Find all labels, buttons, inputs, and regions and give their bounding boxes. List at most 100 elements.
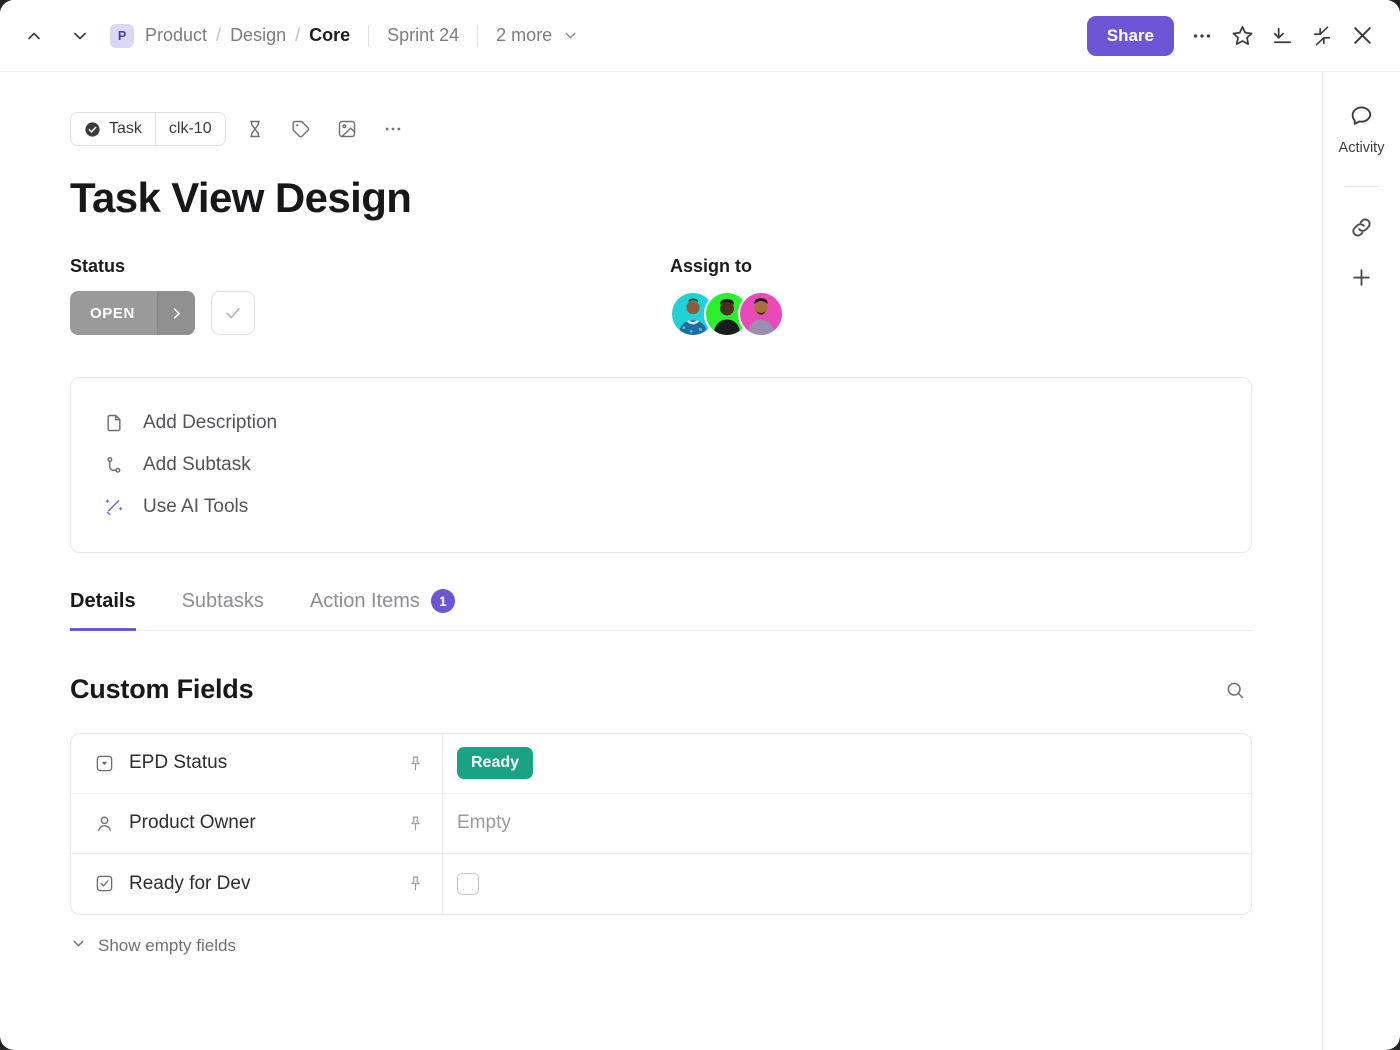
body: Task clk-10 Task View Design: [0, 72, 1400, 1050]
status-value: OPEN: [70, 305, 157, 322]
breadcrumb-divider: [368, 25, 369, 47]
task-type-label: Task: [109, 120, 142, 138]
task-type-group: Task clk-10: [70, 112, 226, 146]
ready-for-dev-checkbox[interactable]: [457, 873, 479, 895]
field-value-cell[interactable]: [443, 854, 1251, 914]
comment-icon: [1349, 102, 1374, 132]
project-badge[interactable]: P: [110, 24, 134, 48]
more-horizontal-icon[interactable]: [376, 112, 410, 146]
field-name-cell[interactable]: Product Owner: [71, 794, 443, 853]
collapse-icon[interactable]: [1302, 16, 1342, 56]
add-subtask-action[interactable]: Add Subtask: [103, 444, 1219, 486]
field-name-cell[interactable]: Ready for Dev: [71, 854, 443, 914]
tab-subtasks[interactable]: Subtasks: [182, 590, 264, 631]
field-label: Ready for Dev: [129, 873, 407, 895]
sprint-label[interactable]: Sprint 24: [385, 22, 461, 49]
breadcrumb: P Product / Design / Core Sprint 24 2 mo…: [110, 22, 579, 49]
status-label: Status: [70, 256, 670, 277]
task-detail-window: P Product / Design / Core Sprint 24 2 mo…: [0, 0, 1400, 1050]
share-button[interactable]: Share: [1087, 16, 1174, 56]
rail-item-activity[interactable]: Activity: [1335, 96, 1389, 162]
document-icon: [103, 413, 125, 433]
task-meta-chips: Task clk-10: [70, 112, 1252, 146]
chevron-down-icon[interactable]: [562, 27, 579, 44]
breadcrumb-item-product[interactable]: Product: [143, 22, 209, 49]
avatar-photo: [740, 293, 782, 335]
use-ai-tools-action[interactable]: Use AI Tools: [103, 486, 1219, 528]
check-icon: [223, 303, 243, 323]
assign-column: Assign to: [670, 256, 784, 337]
status-badge: Ready: [457, 747, 533, 779]
field-value-cell[interactable]: Empty: [443, 794, 1251, 853]
custom-fields-header: Custom Fields: [70, 673, 1252, 707]
table-row: Ready for Dev: [71, 854, 1251, 914]
image-icon[interactable]: [330, 112, 364, 146]
status-assign-row: Status OPEN Assign to: [70, 256, 1252, 337]
ai-wand-icon: [103, 497, 125, 517]
link-icon[interactable]: [1340, 205, 1384, 249]
dropdown-field-icon: [93, 754, 115, 773]
status-button[interactable]: OPEN: [70, 291, 195, 335]
table-row: Product Owner Empty: [71, 794, 1251, 854]
custom-fields-table: EPD Status Ready Product Owner: [70, 733, 1252, 915]
chevron-right-icon[interactable]: [157, 291, 195, 335]
custom-fields-title: Custom Fields: [70, 674, 253, 705]
action-items-count-badge: 1: [431, 589, 455, 613]
avatar[interactable]: [738, 291, 784, 337]
close-icon[interactable]: [1342, 16, 1382, 56]
more-options-icon[interactable]: [1182, 16, 1222, 56]
tab-subtasks-label: Subtasks: [182, 590, 264, 613]
field-name-cell[interactable]: EPD Status: [71, 734, 443, 793]
nav-arrows: [14, 16, 100, 56]
favorite-star-icon[interactable]: [1222, 16, 1262, 56]
add-description-label: Add Description: [143, 412, 277, 434]
move-download-icon[interactable]: [1262, 16, 1302, 56]
tab-bar: Details Subtasks Action Items 1: [70, 589, 1252, 631]
breadcrumb-separator: /: [216, 25, 221, 46]
breadcrumb-item-design[interactable]: Design: [228, 22, 288, 49]
breadcrumb-item-core[interactable]: Core: [307, 22, 352, 49]
plus-icon[interactable]: [1340, 255, 1384, 299]
assignee-avatars: [670, 291, 784, 337]
breadcrumb-separator: /: [295, 25, 300, 46]
mark-complete-button[interactable]: [211, 291, 255, 335]
rail-divider: [1345, 186, 1379, 187]
add-description-action[interactable]: Add Description: [103, 402, 1219, 444]
pin-icon[interactable]: [407, 815, 424, 832]
right-rail: Activity: [1322, 72, 1400, 1050]
status-column: Status OPEN: [70, 256, 670, 337]
search-icon[interactable]: [1218, 673, 1252, 707]
rail-activity-label: Activity: [1339, 140, 1385, 156]
tab-action-items-label: Action Items: [310, 590, 420, 613]
field-label: EPD Status: [129, 752, 407, 774]
tag-icon[interactable]: [284, 112, 318, 146]
table-row: EPD Status Ready: [71, 734, 1251, 794]
subtask-icon: [103, 455, 125, 475]
hourglass-icon[interactable]: [238, 112, 272, 146]
task-type-chip[interactable]: Task: [71, 113, 155, 145]
show-empty-fields-toggle[interactable]: Show empty fields: [70, 935, 1252, 957]
tab-action-items[interactable]: Action Items 1: [310, 589, 455, 631]
pin-icon[interactable]: [407, 875, 424, 892]
chevron-down-icon: [70, 935, 87, 957]
quick-actions-card: Add Description Add Subtask Use AI Tools: [70, 377, 1252, 553]
empty-placeholder: Empty: [457, 812, 511, 834]
field-value-cell[interactable]: Ready: [443, 734, 1251, 793]
top-bar: P Product / Design / Core Sprint 24 2 mo…: [0, 0, 1400, 72]
status-controls: OPEN: [70, 291, 670, 335]
assign-label: Assign to: [670, 256, 784, 277]
tab-details-label: Details: [70, 590, 136, 613]
page-title: Task View Design: [70, 174, 1252, 222]
more-breadcrumbs[interactable]: 2 more: [494, 22, 554, 49]
pin-icon[interactable]: [407, 755, 424, 772]
field-label: Product Owner: [129, 812, 407, 834]
chevron-down-icon[interactable]: [60, 16, 100, 56]
check-circle-icon: [84, 121, 101, 138]
task-id-chip[interactable]: clk-10: [155, 113, 225, 145]
checkbox-field-icon: [93, 874, 115, 893]
tab-details[interactable]: Details: [70, 590, 136, 631]
add-subtask-label: Add Subtask: [143, 454, 251, 476]
sprint-divider: [477, 25, 478, 47]
person-field-icon: [93, 814, 115, 833]
chevron-up-icon[interactable]: [14, 16, 54, 56]
